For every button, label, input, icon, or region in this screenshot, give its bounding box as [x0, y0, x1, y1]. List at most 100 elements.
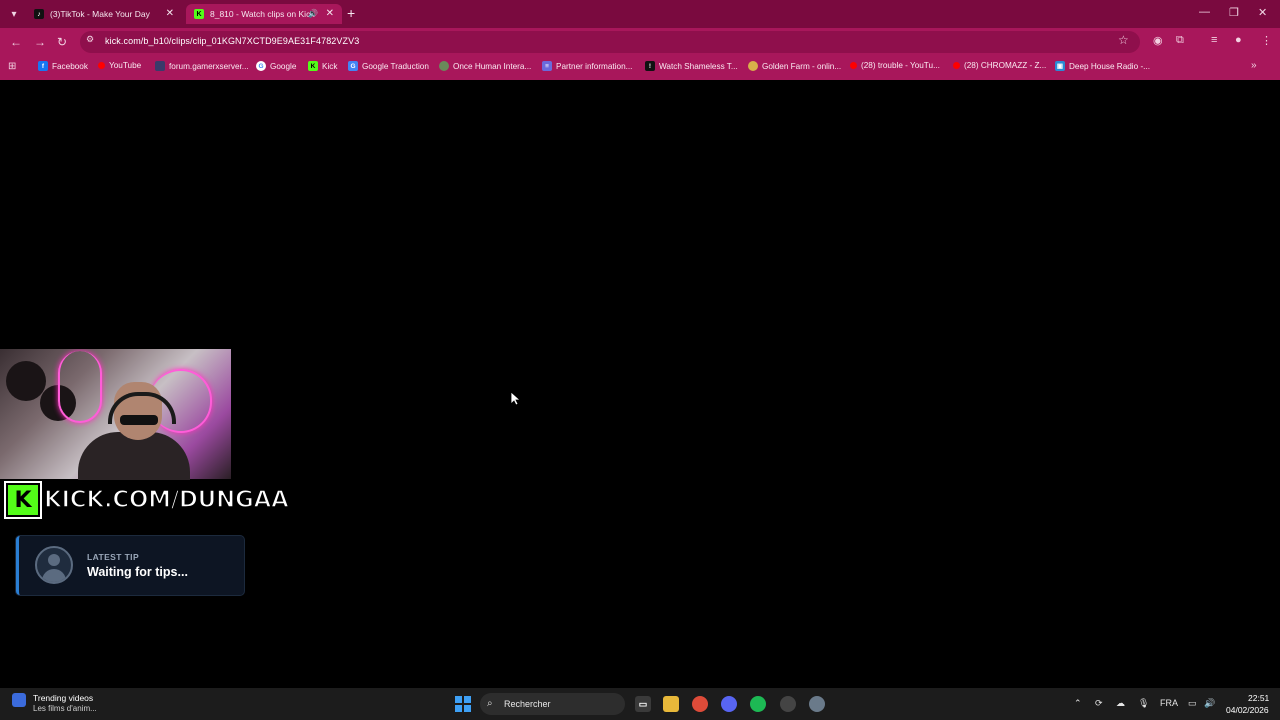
bookmark-label: Golden Farm - onlin...	[762, 61, 842, 71]
media-control-icon[interactable]: ≡	[1211, 34, 1217, 46]
tab-strip: ▾ ♪ (3)TikTok - Make Your Day ✕ K 8_810 …	[0, 0, 1280, 28]
cloud-icon[interactable]: ☁	[1116, 698, 1125, 709]
tab-label: (3)TikTok - Make Your Day	[50, 9, 150, 19]
close-tab-icon[interactable]: ✕	[166, 8, 174, 19]
bookmark-forum[interactable]: forum.gamerxserver...	[155, 61, 249, 71]
tip-label: LATEST TIP	[87, 552, 140, 562]
bookmark-partner-information[interactable]: ≡ Partner information...	[542, 61, 632, 71]
bookmark-google-traduction[interactable]: G Google Traduction	[348, 61, 429, 71]
widgets-icon[interactable]	[12, 693, 26, 707]
clock-time[interactable]: 22:51	[1248, 693, 1269, 703]
bookmark-chromazz-youtube[interactable]: (28) CHROMAZZ - Z...	[953, 61, 1046, 70]
bookmark-label: Facebook	[52, 61, 88, 71]
forward-icon[interactable]: →	[34, 35, 46, 49]
bookmark-google[interactable]: G Google	[256, 61, 296, 71]
search-icon: ⌕	[487, 698, 493, 709]
bookmark-watch-shameless[interactable]: ! Watch Shameless T...	[645, 61, 738, 71]
bookmark-golden-farm[interactable]: Golden Farm - onlin...	[748, 61, 841, 71]
youtube-icon	[850, 62, 857, 69]
menu-dots-icon[interactable]: ⋮	[1261, 34, 1272, 47]
site-info-icon[interactable]: ⚙	[86, 34, 94, 45]
restore-icon[interactable]: ❐	[1229, 6, 1239, 19]
tiktok-icon: ♪	[34, 9, 44, 19]
speaker-icon[interactable]: 🔊	[308, 9, 318, 18]
once-human-icon	[439, 61, 449, 71]
google-icon: G	[256, 61, 266, 71]
taskbar-search[interactable]	[480, 693, 625, 715]
url-text[interactable]: kick.com/b_b10/clips/clip_01KGN7XCTD9E9A…	[105, 36, 359, 46]
tab-kick[interactable]: K 8_810 - Watch clips on Kick 🔊 ✕	[186, 4, 342, 24]
bookmark-label: Partner information...	[556, 61, 633, 71]
bookmark-once-human[interactable]: Once Human Intera...	[439, 61, 531, 71]
bookmark-facebook[interactable]: f Facebook	[38, 61, 88, 71]
bookmark-label: (28) trouble - YouTu...	[861, 61, 940, 70]
spotify-icon[interactable]	[750, 696, 766, 712]
golden-farm-icon	[748, 61, 758, 71]
widget-title[interactable]: Trending videos	[33, 693, 93, 703]
app-icon[interactable]	[780, 696, 796, 712]
widget-subtitle[interactable]: Les films d'anim...	[33, 704, 97, 713]
neon-light-decor	[58, 351, 102, 423]
bookmark-star-icon[interactable]: ☆	[1118, 33, 1129, 47]
minimize-icon[interactable]: —	[1199, 6, 1210, 18]
bookmark-label: YouTube	[109, 61, 142, 70]
channel-url-text: KICK.COM/DUNGAA	[43, 486, 289, 514]
start-button[interactable]	[455, 696, 471, 712]
bookmark-label: forum.gamerxserver...	[169, 61, 249, 71]
display-icon[interactable]: ▭	[1188, 698, 1197, 709]
bookmark-label: (28) CHROMAZZ - Z...	[964, 61, 1047, 70]
microphone-icon[interactable]: 🎙	[1138, 698, 1149, 709]
bookmark-kick[interactable]: K Kick	[308, 61, 337, 71]
extensions-puzzle-icon[interactable]: ⧉	[1176, 34, 1184, 47]
clock-date[interactable]: 04/02/2026	[1226, 705, 1269, 715]
kick-icon: K	[194, 9, 204, 19]
settings-icon[interactable]	[809, 696, 825, 712]
translate-icon: G	[348, 61, 358, 71]
reload-icon[interactable]: ↻	[57, 35, 67, 49]
tab-tiktok[interactable]: ♪ (3)TikTok - Make Your Day ✕	[26, 4, 182, 24]
bookmark-label: Kick	[322, 61, 338, 71]
forum-icon	[155, 61, 165, 71]
back-icon[interactable]: ←	[10, 35, 22, 49]
radio-icon: ▣	[1055, 61, 1065, 71]
vinyl-record-decor	[6, 361, 46, 401]
tab-label: 8_810 - Watch clips on Kick	[210, 9, 315, 19]
facebook-icon: f	[38, 61, 48, 71]
extension-icon[interactable]: ◉	[1153, 34, 1163, 47]
kick-channel-banner: K KICK.COM/DUNGAA	[4, 481, 290, 519]
tip-value: Waiting for tips...	[87, 565, 188, 579]
kick-logo-icon: K	[4, 481, 42, 519]
discord-icon[interactable]	[721, 696, 737, 712]
bookmark-youtube[interactable]: YouTube	[98, 61, 141, 70]
youtube-icon	[953, 62, 960, 69]
kick-icon: K	[308, 61, 318, 71]
sync-icon[interactable]: ⟳	[1095, 698, 1103, 709]
file-explorer-icon[interactable]	[663, 696, 679, 712]
shameless-icon: !	[645, 61, 655, 71]
bookmark-label: Watch Shameless T...	[659, 61, 738, 71]
bookmark-label: Google Traduction	[362, 61, 429, 71]
sunglasses	[120, 415, 158, 425]
close-window-icon[interactable]: ✕	[1258, 6, 1267, 19]
new-tab-button[interactable]: +	[347, 6, 355, 20]
close-tab-icon[interactable]: ✕	[326, 8, 334, 19]
bookmark-deep-house-radio[interactable]: ▣ Deep House Radio -...	[1055, 61, 1150, 71]
search-placeholder[interactable]: Rechercher	[504, 699, 551, 709]
bookmark-trouble-youtube[interactable]: (28) trouble - YouTu...	[850, 61, 940, 70]
volume-icon[interactable]: 🔊	[1204, 698, 1215, 709]
language-indicator[interactable]: FRA	[1160, 698, 1178, 708]
chevron-up-icon[interactable]: ⌃	[1074, 698, 1082, 709]
list-icon: ≡	[542, 61, 552, 71]
user-avatar-icon	[35, 546, 73, 584]
bookmark-label: Deep House Radio -...	[1069, 61, 1151, 71]
youtube-icon	[98, 62, 105, 69]
profile-avatar-icon[interactable]: ●	[1235, 34, 1242, 46]
chrome-icon[interactable]	[692, 696, 708, 712]
tab-search-icon[interactable]: ▾	[6, 6, 22, 22]
bookmark-label: Google	[270, 61, 297, 71]
apps-grid-icon[interactable]: ⊞	[8, 61, 16, 72]
bookmark-label: Once Human Intera...	[453, 61, 532, 71]
more-bookmarks-icon[interactable]: »	[1251, 60, 1257, 71]
task-view-icon[interactable]: ▭	[635, 696, 651, 712]
browser-frame: ▾ ♪ (3)TikTok - Make Your Day ✕ K 8_810 …	[0, 0, 1280, 80]
